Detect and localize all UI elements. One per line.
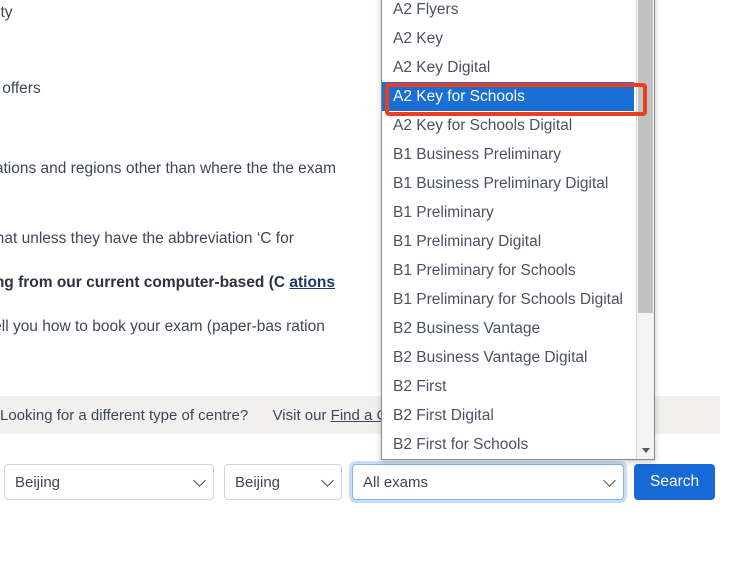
exam-option[interactable]: B2 First for Schools (382, 430, 634, 459)
paragraph-text: run exams in locations and regions other… (0, 160, 269, 177)
exam-option[interactable]: A2 Flyers (382, 0, 634, 24)
exam-option[interactable]: B2 First Digital (382, 401, 634, 430)
exam-option[interactable]: A2 Key for Schools Digital (382, 111, 634, 140)
centre-search-form: Beijing Beijing All exams Search (0, 464, 751, 500)
exam-option[interactable]: B2 Business Vantage (382, 314, 634, 343)
region-select[interactable]: Beijing (224, 464, 342, 500)
banner-question: Looking for a different type of centre? (0, 406, 249, 424)
exam-option[interactable]: B1 Preliminary for Schools Digital (382, 285, 634, 314)
chevron-down-icon (321, 474, 334, 487)
exam-option[interactable]: A2 Key for Schools (382, 82, 634, 111)
exam-option[interactable]: B1 Preliminary Digital (382, 227, 634, 256)
exam-option[interactable]: B2 First (382, 372, 634, 401)
exam-option[interactable]: B1 Preliminary (382, 198, 634, 227)
chevron-down-icon (603, 474, 616, 487)
exam-locations-link[interactable]: ations (289, 274, 335, 291)
scroll-down-arrow-button[interactable] (637, 442, 654, 459)
paragraph-text: centre they will tell you how to book yo… (0, 318, 282, 335)
bold-notice-text: we will be moving from our current compu… (0, 274, 286, 291)
exam-option[interactable]: A2 Key Digital (382, 53, 634, 82)
exam-select[interactable]: All exams (352, 464, 624, 500)
city-select[interactable]: Beijing (4, 464, 214, 500)
search-button[interactable]: Search (634, 464, 716, 500)
exam-option[interactable]: B1 Business Preliminary (382, 140, 634, 169)
exam-select-value: All exams (363, 473, 429, 491)
banner-inner: Looking for a different type of centre? … (0, 407, 396, 424)
exam-option[interactable]: B2 Business Vantage Digital (382, 343, 634, 372)
paragraph-right-fragment: ration (286, 318, 325, 335)
exam-option[interactable]: B1 Business Preliminary Digital (382, 169, 634, 198)
dropdown-scrollbar[interactable] (636, 0, 654, 459)
region-select-value: Beijing (235, 473, 281, 491)
banner-visit-prefix: Visit our (272, 406, 327, 424)
paragraph-right-fragment: for (275, 230, 294, 247)
dropdown-scrollbar-thumb[interactable] (638, 0, 653, 313)
exam-option[interactable]: A2 Key (382, 24, 634, 53)
page-content: country and city entre ms the centre off… (0, 0, 751, 578)
chevron-down-icon (193, 474, 206, 487)
paragraph-right-fragment: the exam (272, 160, 337, 177)
paragraph-text: paper-based format unless they have the … (0, 230, 272, 247)
triangle-down-icon (641, 448, 650, 453)
exam-dropdown-list[interactable]: A2 Flyers A2 Key A2 Key Digital A2 Key for … (381, 0, 655, 460)
exam-option[interactable]: B1 Preliminary for Schools (382, 256, 634, 285)
city-select-value: Beijing (15, 473, 61, 491)
exam-option-list: A2 Flyers A2 Key A2 Key Digital A2 Key for … (382, 0, 634, 459)
